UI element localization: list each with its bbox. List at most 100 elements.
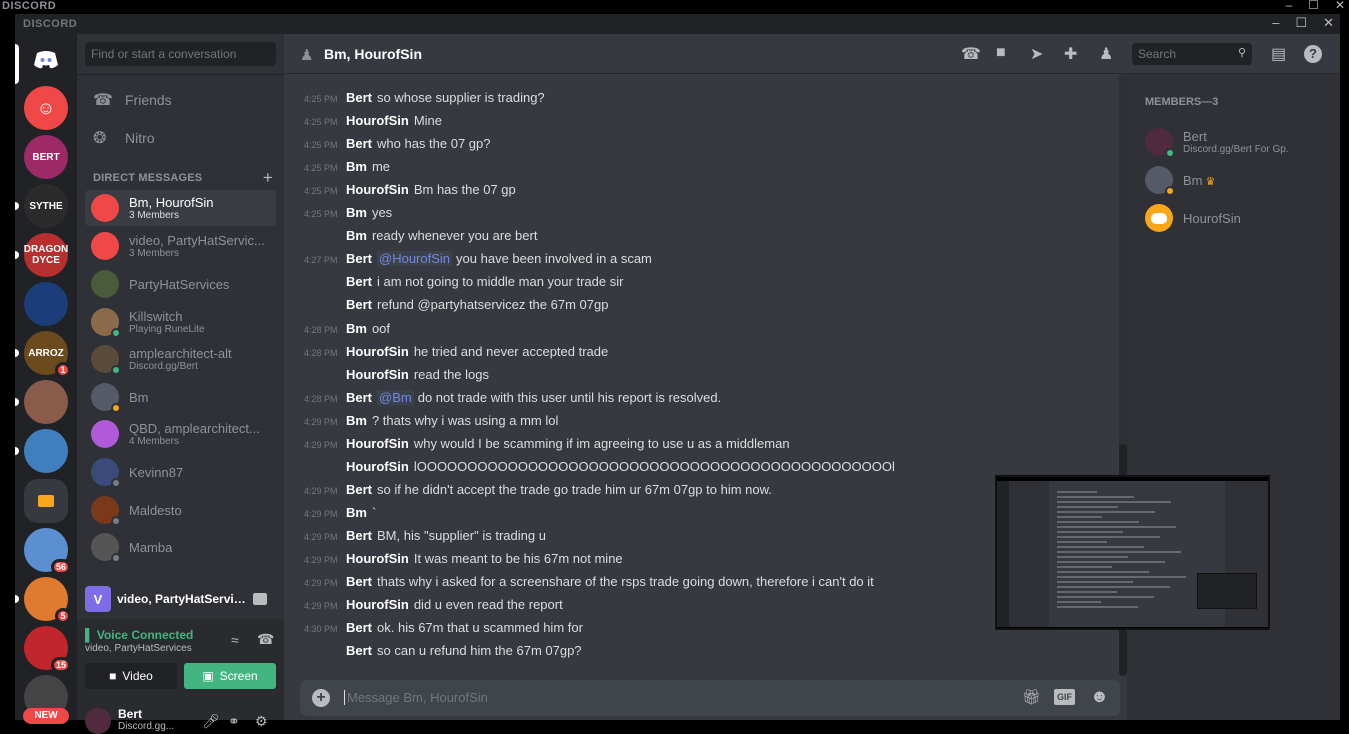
- pin-icon[interactable]: ➤: [1030, 44, 1043, 64]
- message-author[interactable]: HourofSin: [346, 182, 409, 197]
- message-author[interactable]: Bm: [346, 413, 367, 428]
- message-author[interactable]: HourofSin: [346, 597, 409, 612]
- preview-text-line: [1057, 576, 1186, 578]
- message-author[interactable]: Bert: [346, 528, 372, 543]
- server-icon[interactable]: [24, 380, 68, 424]
- screen-share-preview[interactable]: [995, 475, 1270, 630]
- server-icon[interactable]: [24, 429, 68, 473]
- server-icon[interactable]: 15: [24, 626, 71, 673]
- outer-minimize-button[interactable]: –: [1285, 0, 1292, 12]
- message-author[interactable]: Bert: [346, 390, 372, 405]
- home-button[interactable]: [24, 38, 68, 82]
- preview-text-line: [1057, 546, 1144, 548]
- server-icon[interactable]: ARROZ 1: [24, 331, 71, 378]
- message-input[interactable]: Message Bm, HourofSin: [344, 690, 488, 705]
- message-author[interactable]: Bert: [346, 482, 372, 497]
- server-icon[interactable]: ☺: [24, 86, 68, 130]
- server-icon[interactable]: BERT: [24, 135, 68, 179]
- gift-icon[interactable]: 🎁︎: [1022, 688, 1041, 706]
- server-icon[interactable]: 56: [24, 528, 71, 575]
- close-stream-icon[interactable]: [253, 593, 267, 605]
- server-icon[interactable]: [24, 282, 68, 326]
- headphones-icon[interactable]: ⚭: [228, 713, 240, 730]
- message-author[interactable]: Bm: [346, 321, 367, 336]
- dm-item[interactable]: Kevinn87: [85, 454, 276, 490]
- header-search-input[interactable]: Search ⚲: [1132, 43, 1252, 65]
- preview-text-line: [1057, 596, 1154, 598]
- dm-item[interactable]: Bm, HourofSin 3 Members: [85, 190, 276, 226]
- gif-button[interactable]: GIF: [1054, 689, 1075, 705]
- dm-item[interactable]: amplearchitect-alt Discord.gg/Bert: [85, 341, 276, 377]
- dm-item[interactable]: video, PartyHatServic... 3 Members: [85, 228, 276, 264]
- message-author[interactable]: Bert: [346, 90, 372, 105]
- close-button[interactable]: ✕: [1323, 15, 1334, 31]
- message: 4:28 PM HourofSin he tried and never accep…: [304, 344, 1104, 364]
- nitro-nav[interactable]: ❂ Nitro: [85, 121, 276, 155]
- user-mention[interactable]: @HourofSin: [377, 251, 453, 266]
- add-friend-icon[interactable]: ✚: [1064, 44, 1077, 64]
- disconnect-icon[interactable]: ☎: [257, 631, 274, 648]
- member-item[interactable]: Bm ♛: [1145, 165, 1335, 196]
- message-author[interactable]: HourofSin: [346, 436, 409, 451]
- dm-item[interactable]: PartyHatServices: [85, 266, 276, 302]
- upload-plus-icon[interactable]: +: [312, 689, 330, 707]
- help-icon[interactable]: ?: [1304, 45, 1322, 63]
- server-icon[interactable]: [24, 479, 68, 523]
- member-item[interactable]: HourofSin: [1145, 203, 1335, 233]
- message-author[interactable]: HourofSin: [346, 367, 409, 382]
- find-conversation-input[interactable]: Find or start a conversation: [85, 42, 276, 66]
- message-author[interactable]: Bert: [346, 136, 372, 151]
- dm-item[interactable]: Mamba: [85, 529, 276, 565]
- screen-share-button[interactable]: ▣ Screen: [184, 663, 276, 689]
- user-avatar[interactable]: [85, 708, 111, 734]
- message-author[interactable]: Bm: [346, 205, 367, 220]
- member-list-icon[interactable]: ♟: [1099, 44, 1113, 64]
- message-author[interactable]: Bert: [346, 620, 372, 635]
- message-author[interactable]: Bm: [346, 228, 367, 243]
- video-call-icon[interactable]: ■: [996, 44, 1006, 62]
- outer-maximize-button[interactable]: ☐: [1308, 0, 1319, 12]
- message-author[interactable]: Bert: [346, 274, 372, 289]
- message-author[interactable]: Bert: [346, 251, 372, 266]
- emoji-icon[interactable]: ☻: [1090, 686, 1109, 707]
- voice-panel: V video, PartyHatService... ▌ Voice Conn…: [77, 579, 284, 734]
- message-timestamp: 4:29 PM: [304, 417, 338, 427]
- dm-item[interactable]: QBD, amplearchitect... 4 Members: [85, 416, 276, 452]
- message-author[interactable]: Bert: [346, 643, 372, 658]
- noise-suppression-icon[interactable]: ≈: [231, 632, 239, 648]
- message-author[interactable]: Bm: [346, 505, 367, 520]
- create-dm-button[interactable]: +: [263, 168, 273, 188]
- microphone-icon[interactable]: 🎤︎: [202, 713, 220, 730]
- new-badge[interactable]: NEW: [23, 708, 69, 724]
- server-label: SYTHE: [29, 200, 63, 212]
- dm-item[interactable]: Bm: [85, 379, 276, 415]
- voice-channel-row[interactable]: V video, PartyHatService...: [77, 579, 284, 619]
- minimize-button[interactable]: –: [1272, 15, 1279, 31]
- outer-close-button[interactable]: ✕: [1335, 0, 1345, 12]
- server-icon[interactable]: 5: [24, 577, 71, 624]
- message-author[interactable]: HourofSin: [346, 551, 409, 566]
- server-icon[interactable]: DRAGON DYCE: [24, 233, 68, 277]
- message: 4:29 PM HourofSin It was meant to be his 6…: [304, 551, 1104, 571]
- settings-gear-icon[interactable]: ⚙: [255, 713, 268, 730]
- message-author[interactable]: Bert: [346, 574, 372, 589]
- server-icon[interactable]: SYTHE: [24, 184, 68, 228]
- voice-status[interactable]: ▌ Voice Connected: [85, 628, 193, 642]
- member-item[interactable]: Bert Discord.gg/Bert For Gp.: [1145, 127, 1335, 158]
- search-icon: ⚲: [1237, 47, 1246, 59]
- message-author[interactable]: HourofSin: [346, 344, 409, 359]
- preview-text-line: [1057, 541, 1107, 543]
- start-call-icon[interactable]: ☎: [961, 44, 981, 64]
- message-author[interactable]: HourofSin: [346, 459, 409, 474]
- user-mention[interactable]: @Bm: [377, 390, 414, 405]
- dm-item[interactable]: Maldesto: [85, 492, 276, 528]
- inbox-icon[interactable]: ▤: [1271, 44, 1286, 64]
- dm-item[interactable]: Killswitch Playing RuneLite: [85, 304, 276, 340]
- message-composer[interactable]: + Message Bm, HourofSin 🎁︎ GIF ☻: [300, 680, 1120, 716]
- friends-nav[interactable]: ☎ Friends: [85, 83, 276, 117]
- message-author[interactable]: Bert: [346, 297, 372, 312]
- video-button[interactable]: ■ Video: [85, 663, 177, 689]
- message-author[interactable]: HourofSin: [346, 113, 409, 128]
- message-author[interactable]: Bm: [346, 159, 367, 174]
- maximize-button[interactable]: ☐: [1295, 15, 1307, 31]
